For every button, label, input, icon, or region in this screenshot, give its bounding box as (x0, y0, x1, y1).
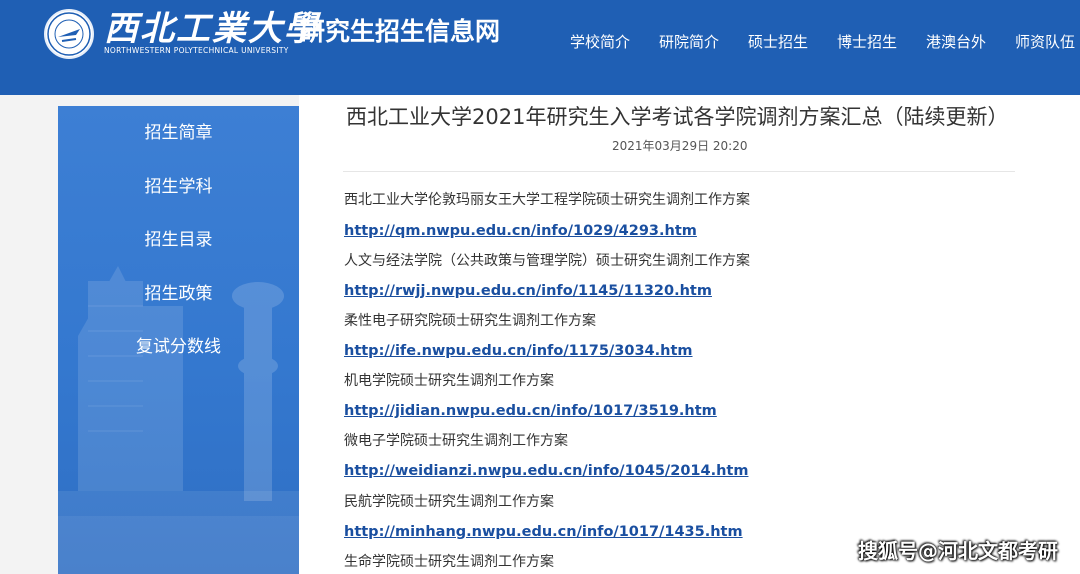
entry-text: 柔性电子研究院硕士研究生调剂工作方案 (344, 313, 596, 329)
site-title[interactable]: 研究生招生信息网 (300, 16, 500, 48)
entry-link[interactable]: http://weidianzi.nwpu.edu.cn/info/1045/2… (344, 461, 748, 481)
entry-link[interactable]: http://jidian.nwpu.edu.cn/info/1017/3519… (344, 401, 717, 421)
university-seal-icon[interactable] (44, 9, 94, 59)
article-date: 2021年03月29日 20:20 (612, 139, 748, 153)
entry-text: 生命学院硕士研究生调剂工作方案 (344, 554, 554, 570)
article-title: 西北工业大学2021年研究生入学考试各学院调剂方案汇总（陆续更新） (346, 105, 1009, 129)
entry-link[interactable]: http://qm.nwpu.edu.cn/info/1029/4293.htm (344, 221, 697, 241)
article-panel: 西北工业大学2021年研究生入学考试各学院调剂方案汇总（陆续更新） 2021年0… (299, 95, 1080, 574)
entry-link[interactable]: http://minhang.nwpu.edu.cn/info/1017/143… (344, 522, 743, 542)
title-divider (343, 171, 1015, 172)
sidebar-item-retest-scores[interactable]: 复试分数线 (58, 327, 299, 367)
sidebar-item-admission-catalog[interactable]: 招生目录 (58, 220, 299, 260)
sidebar-item-admission-disciplines[interactable]: 招生学科 (58, 167, 299, 207)
university-english-name: NORTHWESTERN POLYTECHNICAL UNIVERSITY (104, 46, 289, 55)
watermark: 搜狐号@河北文都考研 (858, 539, 1058, 563)
university-logo-text[interactable]: 西北工業大學 (104, 11, 320, 47)
entry-link[interactable]: http://ife.nwpu.edu.cn/info/1175/3034.ht… (344, 341, 693, 361)
nav-item-master-admission[interactable]: 硕士招生 (748, 30, 808, 54)
sidebar-item-admission-policy[interactable]: 招生政策 (58, 274, 299, 314)
entry-text: 民航学院硕士研究生调剂工作方案 (344, 494, 554, 510)
nav-item-institute-intro[interactable]: 研院简介 (659, 30, 719, 54)
sidebar-item-admission-brochure[interactable]: 招生简章 (58, 113, 299, 153)
entry-text: 人文与经法学院（公共政策与管理学院）硕士研究生调剂工作方案 (344, 253, 750, 269)
nav-item-doctoral-admission[interactable]: 博士招生 (837, 30, 897, 54)
sidebar: 招生简章 招生学科 招生目录 招生政策 复试分数线 (58, 106, 299, 574)
nav-item-school-intro[interactable]: 学校简介 (570, 30, 630, 54)
entry-link[interactable]: http://rwjj.nwpu.edu.cn/info/1145/11320.… (344, 281, 712, 301)
entry-text: 西北工业大学伦敦玛丽女王大学工程学院硕士研究生调剂工作方案 (344, 192, 750, 208)
site-header: 西北工業大學 NORTHWESTERN POLYTECHNICAL UNIVER… (0, 0, 1080, 95)
nav-item-faculty[interactable]: 师资队伍 (1015, 30, 1075, 54)
entry-text: 机电学院硕士研究生调剂工作方案 (344, 373, 554, 389)
entry-text: 微电子学院硕士研究生调剂工作方案 (344, 433, 568, 449)
main-nav: 学校简介 研院简介 硕士招生 博士招生 港澳台外 师资队伍 (540, 30, 1080, 54)
nav-item-hk-macao-taiwan[interactable]: 港澳台外 (926, 30, 986, 54)
